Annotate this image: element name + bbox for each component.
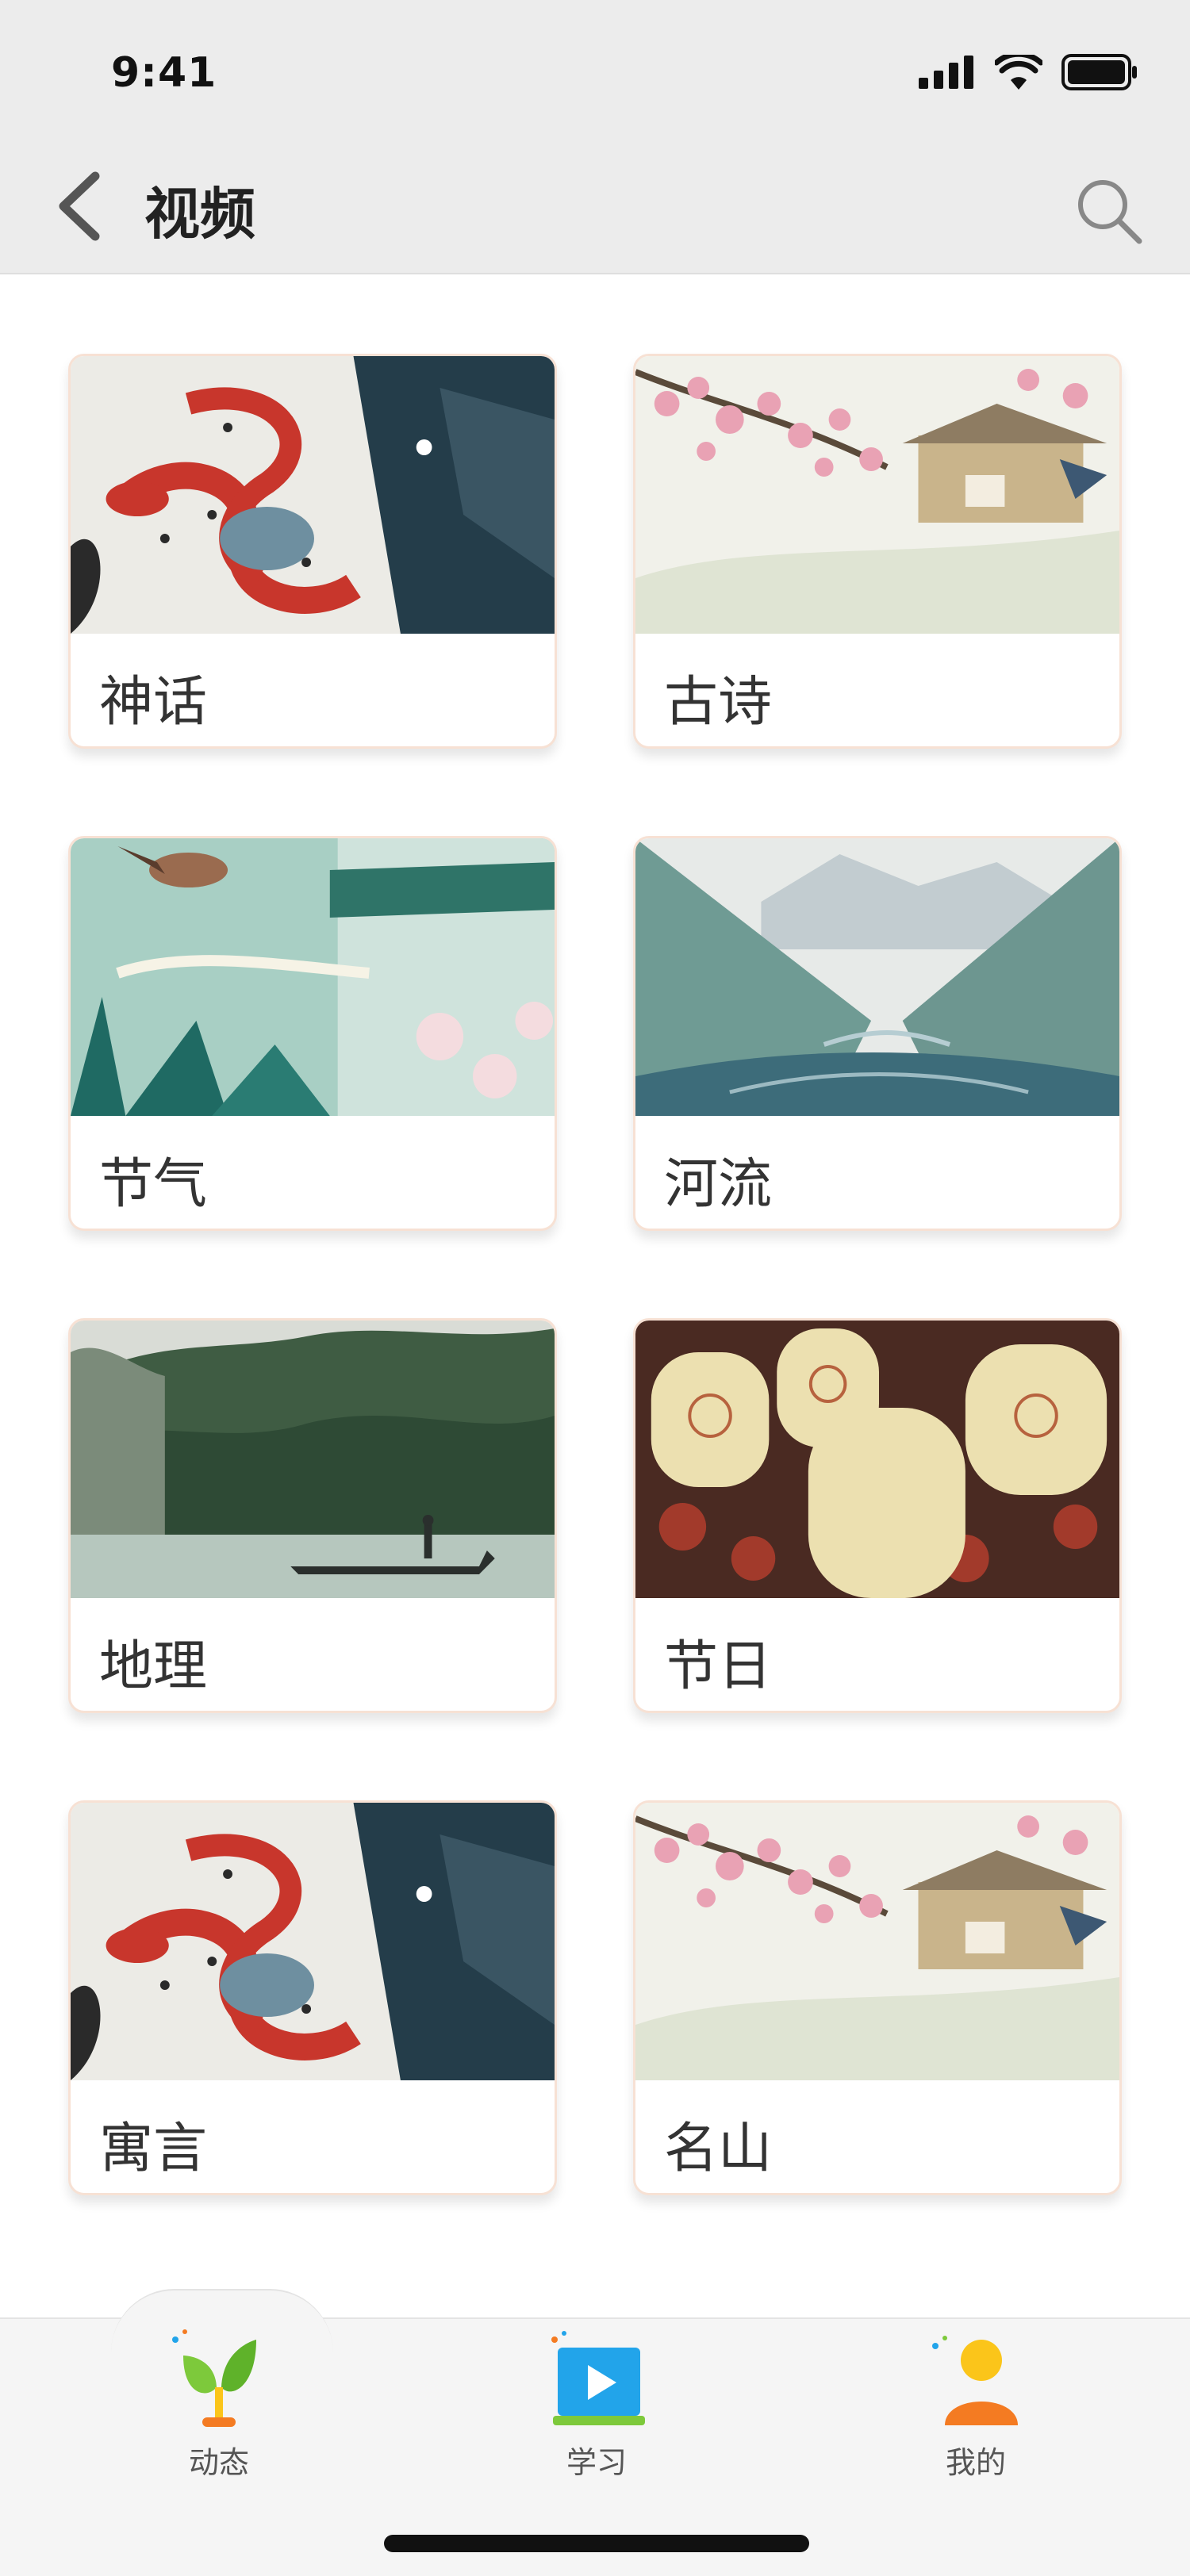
tab-study[interactable]: 学习 — [501, 2324, 692, 2482]
category-card-geography[interactable]: 地理 — [68, 1318, 557, 1713]
category-card-river[interactable]: 河流 — [633, 836, 1122, 1231]
boat-lake-illustration — [71, 1321, 555, 1598]
top-bar: 9:41 视频 — [0, 0, 1190, 274]
tab-label: 我的 — [945, 2445, 1006, 2480]
wifi-icon — [995, 55, 1042, 90]
search-icon[interactable] — [1073, 174, 1144, 246]
page-title: 视频 — [144, 182, 255, 247]
category-card-poetry[interactable]: 古诗 — [633, 354, 1122, 749]
card-label: 节日 — [664, 1635, 773, 1698]
serpent-illustration — [71, 1803, 555, 2080]
card-label: 古诗 — [664, 671, 773, 734]
chevron-left-icon[interactable] — [49, 168, 113, 244]
card-label: 名山 — [664, 2118, 773, 2180]
blossom-pavilion-illustration — [635, 1803, 1119, 2080]
person-icon — [932, 2336, 1018, 2425]
card-label: 地理 — [99, 1635, 208, 1698]
tab-label: 学习 — [566, 2445, 627, 2480]
battery-icon — [1061, 54, 1137, 90]
tab-mine[interactable]: 我的 — [881, 2324, 1071, 2482]
card-label: 节气 — [99, 1153, 208, 1216]
category-card-fable[interactable]: 寓言 — [68, 1800, 557, 2195]
play-screen-icon — [551, 2331, 645, 2425]
status-icons — [919, 54, 1138, 90]
category-card-myth[interactable]: 神话 — [68, 354, 557, 749]
sprout-icon — [172, 2329, 256, 2427]
bird-eaves-illustration — [71, 838, 555, 1116]
lanterns-illustration — [635, 1321, 1119, 1598]
home-indicator[interactable] — [384, 2535, 809, 2552]
card-label: 寓言 — [99, 2118, 208, 2180]
blossom-pavilion-illustration — [635, 356, 1119, 634]
river-valley-illustration — [635, 838, 1119, 1116]
status-time: 9:41 — [111, 49, 217, 97]
card-label: 河流 — [664, 1153, 773, 1216]
signal-icon — [919, 56, 973, 89]
serpent-illustration — [71, 356, 555, 634]
tab-dynamic[interactable]: 动态 — [124, 2324, 314, 2482]
card-label: 神话 — [99, 671, 208, 734]
tab-label: 动态 — [188, 2445, 249, 2480]
category-card-festival[interactable]: 节日 — [633, 1318, 1122, 1713]
category-card-solar-term[interactable]: 节气 — [68, 836, 557, 1231]
category-card-mountain[interactable]: 名山 — [633, 1800, 1122, 2195]
